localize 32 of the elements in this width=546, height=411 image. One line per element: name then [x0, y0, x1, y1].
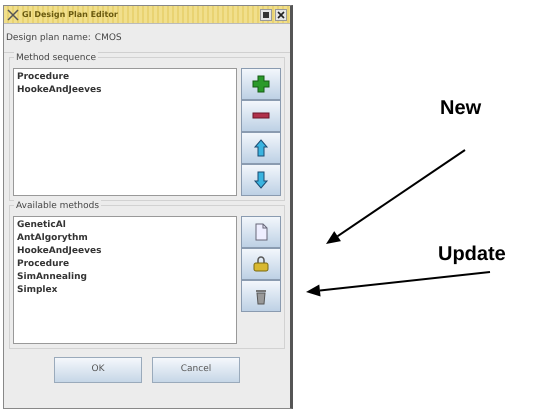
tool-button[interactable] [241, 164, 281, 196]
annotation-label: Update [438, 244, 506, 264]
field-label: Design plan name: [6, 32, 91, 45]
tool-button[interactable] [241, 132, 281, 164]
field-value: CMOS [94, 32, 122, 45]
tool-button[interactable] [241, 280, 281, 312]
tool-button[interactable] [241, 100, 281, 132]
close-icon [277, 10, 285, 18]
close-button[interactable] [275, 8, 287, 20]
list-item[interactable]: HookeAndJeeves [17, 244, 233, 258]
group-label: Method sequence [14, 52, 98, 65]
window-title: GI Design Plan Editor [22, 8, 119, 20]
restore-button[interactable] [260, 8, 272, 20]
cancel-button[interactable]: Cancel [152, 356, 240, 382]
tool-button[interactable] [241, 68, 281, 100]
plus-icon [252, 74, 270, 92]
list-item[interactable]: SimAnnealing [17, 270, 233, 284]
padlock-icon [252, 254, 270, 272]
list-item[interactable]: Procedure [17, 70, 233, 84]
app-logo-icon [7, 8, 19, 20]
tool-button[interactable] [241, 248, 281, 280]
annotation-label: New [440, 98, 482, 118]
list-item[interactable]: Simplex [17, 284, 233, 296]
up-arrow-icon [252, 138, 270, 156]
square-icon [263, 12, 269, 18]
list-item[interactable]: HookeAndJeeves [17, 84, 233, 96]
tool-button[interactable] [241, 216, 281, 248]
list-item[interactable]: Procedure [17, 258, 233, 270]
down-arrow-icon [252, 170, 270, 188]
ok-button[interactable]: OK [54, 356, 142, 382]
list-item[interactable]: GeneticAl [17, 218, 233, 232]
list-item[interactable]: AntAlgorythm [17, 232, 233, 244]
